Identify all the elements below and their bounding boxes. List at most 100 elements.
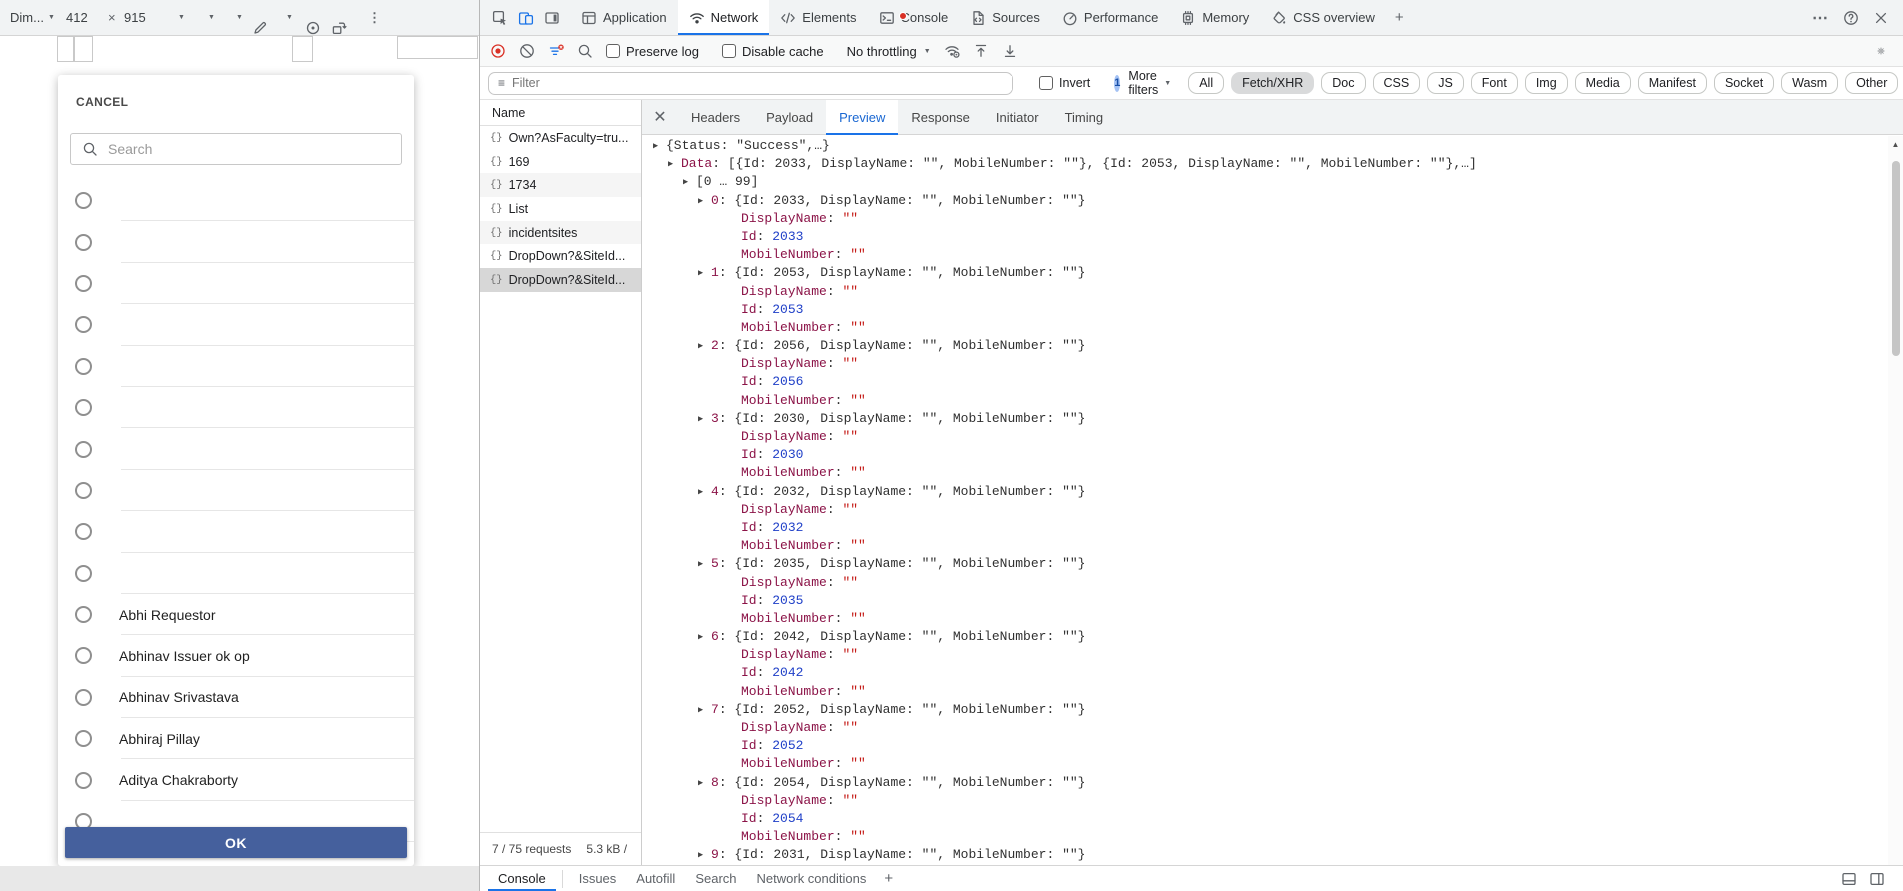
chevron-down-icon[interactable]: ▼ bbox=[236, 0, 243, 35]
tab-network[interactable]: Network bbox=[678, 0, 770, 35]
drawer-tab-search[interactable]: Search bbox=[685, 866, 746, 891]
filter-chip-socket[interactable]: Socket bbox=[1714, 72, 1774, 94]
radio-button[interactable] bbox=[75, 523, 92, 540]
record-network-log-icon[interactable] bbox=[490, 43, 506, 59]
request-row[interactable]: {}List bbox=[480, 197, 641, 221]
radio-button[interactable] bbox=[75, 316, 92, 333]
tab-console[interactable]: Console bbox=[868, 0, 960, 35]
expand-arrow-icon[interactable]: ▶ bbox=[683, 173, 696, 191]
chevron-down-icon[interactable]: ▼ bbox=[48, 0, 55, 35]
filter-chip-all[interactable]: All bbox=[1188, 72, 1224, 94]
chevron-down-icon[interactable]: ▼ bbox=[286, 0, 293, 35]
radio-button[interactable] bbox=[75, 399, 92, 416]
dialog-option[interactable] bbox=[58, 511, 414, 552]
expand-arrow-icon[interactable]: ▶ bbox=[698, 264, 711, 282]
tab-performance[interactable]: Performance bbox=[1051, 0, 1169, 35]
close-details-icon[interactable]: ✕ bbox=[642, 100, 678, 135]
tree-node[interactable]: ▶[0 … 99] bbox=[642, 173, 1888, 191]
search-input[interactable] bbox=[108, 141, 368, 157]
device-toolbar-toggle-icon[interactable] bbox=[518, 10, 534, 26]
filter-chip-font[interactable]: Font bbox=[1471, 72, 1518, 94]
expand-arrow-icon[interactable]: ▶ bbox=[698, 337, 711, 355]
radio-button[interactable] bbox=[75, 192, 92, 209]
tree-node[interactable]: ▶1: {Id: 2053, DisplayName: "", MobileNu… bbox=[642, 264, 1888, 282]
rotate-device-icon[interactable] bbox=[331, 10, 347, 45]
clear-network-log-icon[interactable] bbox=[519, 43, 535, 59]
network-settings-gear-icon[interactable] bbox=[1877, 43, 1893, 59]
radio-button[interactable] bbox=[75, 730, 92, 747]
tree-node[interactable]: ▶7: {Id: 2052, DisplayName: "", MobileNu… bbox=[642, 701, 1888, 719]
tree-node[interactable]: ▶4: {Id: 2032, DisplayName: "", MobileNu… bbox=[642, 483, 1888, 501]
tree-node[interactable]: ▶{Status: "Success",…} bbox=[642, 137, 1888, 155]
filter-chip-other[interactable]: Other bbox=[1845, 72, 1898, 94]
dialog-option-abhinav-issuer-ok-op[interactable]: Abhinav Issuer ok op bbox=[58, 635, 414, 676]
expand-arrow-icon[interactable]: ▶ bbox=[698, 846, 711, 864]
tree-node[interactable]: ▶2: {Id: 2056, DisplayName: "", MobileNu… bbox=[642, 337, 1888, 355]
device-dimensions-dropdown[interactable]: Dim... bbox=[10, 0, 44, 35]
detail-tab-response[interactable]: Response bbox=[898, 100, 983, 135]
tab-application[interactable]: Application bbox=[570, 0, 678, 35]
filter-chip-media[interactable]: Media bbox=[1575, 72, 1631, 94]
panel-layout-icon[interactable] bbox=[1869, 871, 1885, 887]
device-height-input[interactable]: 915 bbox=[124, 0, 146, 35]
dialog-option-abhiraj-pillay[interactable]: Abhiraj Pillay bbox=[58, 718, 414, 759]
dialog-option[interactable] bbox=[58, 180, 414, 221]
radio-button[interactable] bbox=[75, 689, 92, 706]
chevron-down-icon[interactable]: ▼ bbox=[178, 0, 185, 35]
filter-chip-doc[interactable]: Doc bbox=[1321, 72, 1365, 94]
expand-arrow-icon[interactable]: ▶ bbox=[698, 192, 711, 210]
cancel-button[interactable]: CANCEL bbox=[76, 95, 128, 109]
kebab-menu-icon[interactable]: ⋮ bbox=[368, 0, 381, 35]
detail-tab-preview[interactable]: Preview bbox=[826, 100, 898, 135]
export-har-icon[interactable] bbox=[1002, 43, 1018, 59]
detail-tab-initiator[interactable]: Initiator bbox=[983, 100, 1052, 135]
filter-chip-img[interactable]: Img bbox=[1525, 72, 1568, 94]
radio-button[interactable] bbox=[75, 441, 92, 458]
dialog-option[interactable] bbox=[58, 304, 414, 345]
more-options-icon[interactable]: ⋯ bbox=[1812, 8, 1829, 28]
radio-button[interactable] bbox=[75, 358, 92, 375]
radio-button[interactable] bbox=[75, 234, 92, 251]
add-drawer-tab-button[interactable]: + bbox=[876, 870, 901, 887]
tree-node[interactable]: ▶8: {Id: 2054, DisplayName: "", MobileNu… bbox=[642, 774, 1888, 792]
add-tab-button[interactable]: + bbox=[1386, 9, 1413, 26]
tree-node[interactable]: ▶6: {Id: 2042, DisplayName: "", MobileNu… bbox=[642, 628, 1888, 646]
filter-chip-js[interactable]: JS bbox=[1427, 72, 1464, 94]
dialog-option[interactable] bbox=[58, 470, 414, 511]
drawer-tab-autofill[interactable]: Autofill bbox=[626, 866, 685, 891]
inspect-element-icon[interactable] bbox=[492, 10, 508, 26]
help-icon[interactable] bbox=[1843, 10, 1859, 26]
radio-button[interactable] bbox=[75, 647, 92, 664]
dialog-option[interactable] bbox=[58, 346, 414, 387]
expand-arrow-icon[interactable]: ▶ bbox=[698, 701, 711, 719]
dialog-option-aditya-chakraborty[interactable]: Aditya Chakraborty bbox=[58, 759, 414, 800]
chevron-down-icon[interactable]: ▼ bbox=[208, 0, 215, 35]
expand-arrow-icon[interactable]: ▶ bbox=[698, 483, 711, 501]
dialog-option[interactable] bbox=[58, 428, 414, 469]
stylus-icon[interactable] bbox=[252, 10, 268, 45]
tab-css-overview[interactable]: CSS overview bbox=[1260, 0, 1386, 35]
detail-tab-timing[interactable]: Timing bbox=[1052, 100, 1117, 135]
radio-button[interactable] bbox=[75, 275, 92, 292]
tab-memory[interactable]: Memory bbox=[1169, 0, 1260, 35]
request-row[interactable]: {}incidentsites bbox=[480, 221, 641, 245]
drawer-tab-issues[interactable]: Issues bbox=[569, 866, 627, 891]
dock-bottom-panel-icon[interactable] bbox=[1841, 871, 1857, 887]
request-row[interactable]: {}1734 bbox=[480, 173, 641, 197]
dialog-option[interactable] bbox=[58, 553, 414, 594]
more-filters-button[interactable]: More filters ▼ bbox=[1128, 69, 1171, 97]
search-network-icon[interactable] bbox=[577, 43, 593, 59]
request-table-name-header[interactable]: Name bbox=[480, 100, 641, 126]
device-width-input[interactable]: 412 bbox=[66, 0, 88, 35]
request-row[interactable]: {}DropDown?&SiteId... bbox=[480, 268, 641, 292]
tree-node[interactable]: ▶0: {Id: 2033, DisplayName: "", MobileNu… bbox=[642, 192, 1888, 210]
tree-node[interactable]: ▶Data: [{Id: 2033, DisplayName: "", Mobi… bbox=[642, 155, 1888, 173]
filter-chip-manifest[interactable]: Manifest bbox=[1638, 72, 1707, 94]
tree-node[interactable]: ▶3: {Id: 2030, DisplayName: "", MobileNu… bbox=[642, 410, 1888, 428]
tab-sources[interactable]: Sources bbox=[959, 0, 1051, 35]
invert-filter-checkbox[interactable] bbox=[1039, 76, 1053, 90]
import-har-icon[interactable] bbox=[973, 43, 989, 59]
dock-side-icon[interactable] bbox=[544, 10, 560, 26]
filter-input[interactable] bbox=[512, 76, 1012, 90]
expand-arrow-icon[interactable]: ▶ bbox=[698, 555, 711, 573]
